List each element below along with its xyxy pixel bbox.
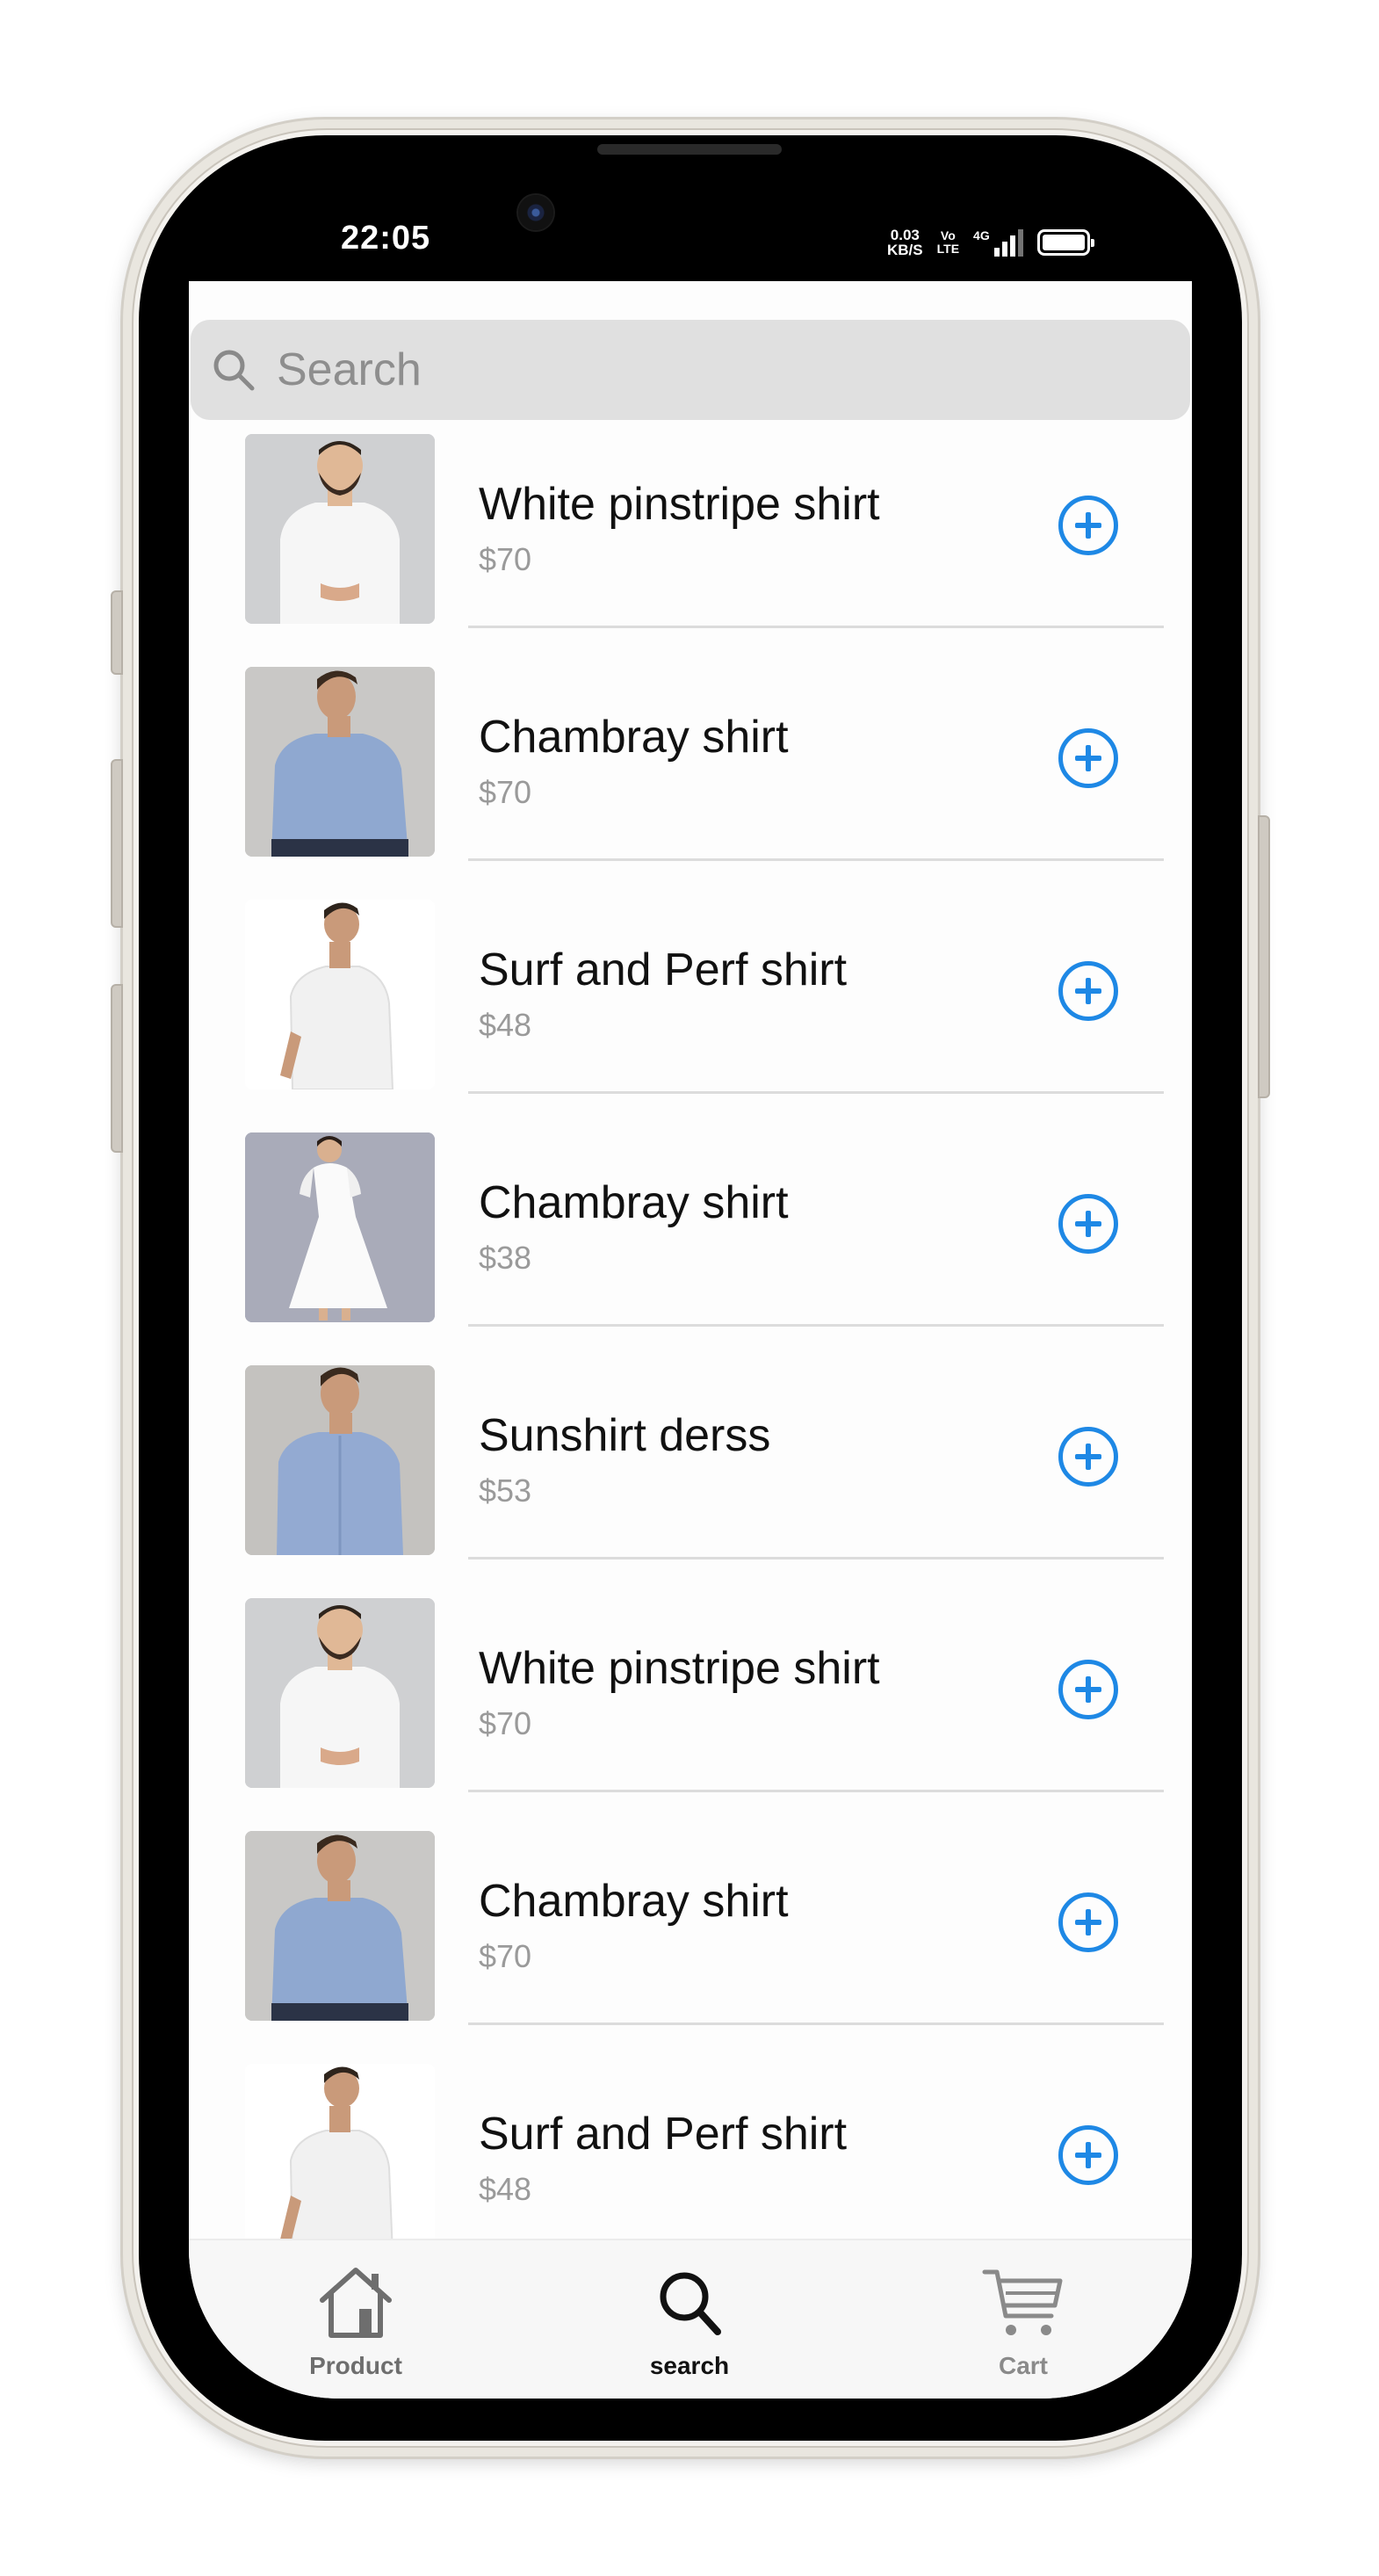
add-to-cart-button[interactable] [1058, 496, 1118, 555]
volte-indicator: Vo LTE [937, 229, 959, 256]
volume-down-button [111, 984, 123, 1153]
network-speed-value: 0.03 [890, 227, 920, 243]
list-item[interactable]: Chambray shirt $70 [189, 660, 1192, 893]
product-list: White pinstripe shirt $70 Chambray shirt [189, 427, 1192, 2290]
volume-up-button [111, 759, 123, 928]
bottom-tab-bar: Product search Cart [189, 2239, 1192, 2399]
tab-search[interactable]: search [602, 2265, 777, 2380]
product-name: Chambray shirt [479, 1177, 789, 1228]
network-type: 4G [973, 228, 990, 242]
search-icon [213, 350, 255, 391]
product-price: $70 [479, 541, 532, 577]
status-time: 22:05 [341, 220, 431, 257]
product-price: $70 [479, 1938, 532, 1974]
product-price: $48 [479, 2171, 532, 2207]
divider [468, 858, 1164, 861]
tab-cart[interactable]: Cart [935, 2265, 1111, 2380]
product-price: $70 [479, 1705, 532, 1741]
list-item[interactable]: White pinstripe shirt $70 [189, 427, 1192, 660]
app-screen: White pinstripe shirt $70 Chambray shirt [189, 281, 1192, 2399]
product-name: Surf and Perf shirt [479, 944, 848, 995]
power-button [1258, 815, 1270, 1098]
network-speed: 0.03 KB/S [887, 228, 923, 257]
product-image [245, 1598, 435, 1788]
product-image [245, 1831, 435, 2021]
tab-product[interactable]: Product [268, 2265, 444, 2380]
product-info: Surf and Perf shirt $48 [479, 2108, 847, 2208]
product-image [245, 1365, 435, 1555]
product-price: $38 [479, 1240, 532, 1276]
add-to-cart-button[interactable] [1058, 2125, 1118, 2185]
product-image [245, 1132, 435, 1322]
product-image [245, 434, 435, 624]
product-info: Chambray shirt $70 [479, 711, 789, 811]
product-image [245, 667, 435, 857]
earpiece-speaker [597, 144, 782, 155]
divider [468, 1557, 1164, 1559]
search-bar[interactable] [191, 320, 1190, 420]
add-to-cart-button[interactable] [1058, 1892, 1118, 1952]
product-name: White pinstripe shirt [479, 1643, 880, 1694]
product-info: Chambray shirt $70 [479, 1875, 789, 1975]
divider [468, 1790, 1164, 1792]
divider [468, 1324, 1164, 1327]
tab-product-label: Product [309, 2352, 402, 2379]
status-indicators: 0.03 KB/S Vo LTE 4G [887, 223, 1094, 262]
add-to-cart-button[interactable] [1058, 1660, 1118, 1719]
home-icon [320, 2268, 392, 2338]
add-to-cart-button[interactable] [1058, 1194, 1118, 1254]
divider [468, 626, 1164, 628]
product-name: Surf and Perf shirt [479, 2109, 848, 2160]
volte-top: Vo [940, 228, 956, 242]
add-to-cart-button[interactable] [1058, 1427, 1118, 1487]
search-input[interactable] [277, 344, 1067, 396]
add-to-cart-button[interactable] [1058, 961, 1118, 1021]
network-speed-unit: KB/S [887, 242, 923, 258]
product-image [245, 2064, 435, 2254]
add-to-cart-button[interactable] [1058, 728, 1118, 788]
signal-strength-icon: 4G [973, 228, 1023, 257]
product-info: White pinstripe shirt $70 [479, 1642, 880, 1742]
tab-search-label: search [649, 2352, 730, 2379]
list-item[interactable]: Chambray shirt $38 [189, 1125, 1192, 1358]
product-name: Chambray shirt [479, 1876, 789, 1927]
cart-icon [982, 2269, 1063, 2335]
tab-cart-label: Cart [998, 2352, 1048, 2379]
product-name: Sunshirt derss [479, 1410, 771, 1461]
product-info: Sunshirt derss $53 [479, 1409, 770, 1509]
battery-icon [1036, 229, 1094, 256]
volte-bottom: LTE [936, 242, 960, 256]
list-item[interactable]: Surf and Perf shirt $48 [189, 893, 1192, 1125]
product-price: $48 [479, 1007, 532, 1043]
product-info: Surf and Perf shirt $48 [479, 944, 847, 1044]
product-info: White pinstripe shirt $70 [479, 478, 880, 578]
product-info: Chambray shirt $38 [479, 1176, 789, 1277]
product-price: $70 [479, 774, 532, 810]
product-image [245, 900, 435, 1089]
mute-switch [111, 590, 123, 675]
product-price: $53 [479, 1473, 532, 1509]
list-item[interactable]: Chambray shirt $70 [189, 1824, 1192, 2057]
list-item[interactable]: Sunshirt derss $53 [189, 1358, 1192, 1591]
list-item[interactable]: White pinstripe shirt $70 [189, 1591, 1192, 1824]
product-name: White pinstripe shirt [479, 479, 880, 530]
divider [468, 2022, 1164, 2025]
divider [468, 1091, 1164, 1094]
search-icon [660, 2272, 721, 2335]
product-name: Chambray shirt [479, 712, 789, 763]
front-camera-icon [518, 195, 553, 230]
